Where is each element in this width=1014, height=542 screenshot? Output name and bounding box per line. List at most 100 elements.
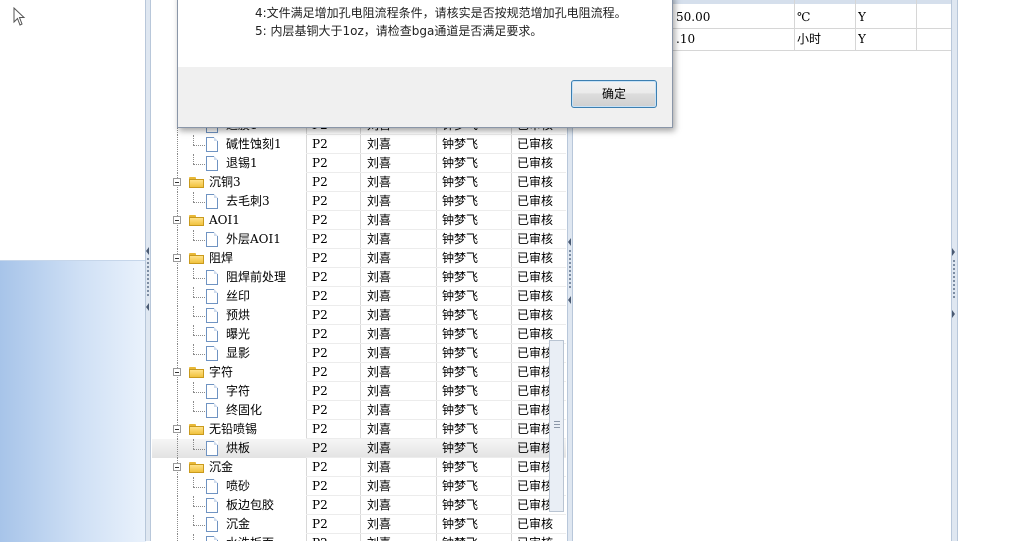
tree-node-label: 退锡1 [226,156,258,170]
tree-row[interactable]: 终固化 P2 刘喜 钟梦飞 已审核 [152,401,566,420]
priority-cell: P2 [312,175,328,189]
tree-group-row[interactable]: AOI1 P2 刘喜 钟梦飞 已审核 [152,211,566,230]
tree-node-label: 字符 [226,384,251,398]
reviewer-cell: 钟梦飞 [442,156,479,170]
document-icon [206,137,218,152]
ok-button[interactable]: 确定 [571,80,657,108]
left-panel [0,0,146,542]
reviewer-cell: 钟梦飞 [442,498,479,512]
tree-row[interactable]: 丝印 P2 刘喜 钟梦飞 已审核 [152,287,566,306]
author-cell: 刘喜 [367,270,392,284]
reviewer-cell: 钟梦飞 [442,289,479,303]
tree-row[interactable]: 去毛刺3 P2 刘喜 钟梦飞 已审核 [152,192,566,211]
author-cell: 刘喜 [367,422,392,436]
priority-cell: P2 [312,534,360,541]
author-cell: 刘喜 [367,384,392,398]
tree-row[interactable]: 喷砂 P2 刘喜 钟梦飞 已审核 [152,477,566,496]
author-cell: 刘喜 [367,308,392,322]
reviewer-cell: 钟梦飞 [442,194,479,208]
tree-row[interactable]: 碱性蚀刻1 P2 刘喜 钟梦飞 已审核 [152,135,566,154]
author-cell: 刘喜 [367,403,392,417]
folder-icon [189,424,204,435]
reviewer-cell: 钟梦飞 [442,479,479,493]
author-cell: 刘喜 [367,517,392,531]
left-splitter[interactable] [145,0,151,541]
status-cell: 已审核 [517,534,566,541]
tree-group-row[interactable]: 阻焊 P2 刘喜 钟梦飞 已审核 [152,249,566,268]
collapse-toggle-icon[interactable] [173,368,181,376]
reviewer-cell: 钟梦飞 [442,175,479,189]
tree-group-row[interactable]: 沉铜3 P2 刘喜 钟梦飞 已审核 [152,173,566,192]
tree-node-label: 沉金 [209,460,234,474]
tree-row[interactable]: 阻焊前处理 P2 刘喜 钟梦飞 已审核 [152,268,566,287]
priority-cell: P2 [312,460,328,474]
document-icon [206,232,218,247]
tree-row[interactable]: 沉金 P2 刘喜 钟梦飞 已审核 [152,515,566,534]
document-icon [206,289,218,304]
reviewer-cell: 钟梦飞 [442,251,479,265]
reviewer-cell: 钟梦飞 [442,213,479,227]
priority-cell: P2 [312,213,328,227]
author-cell: 刘喜 [367,137,392,151]
collapse-toggle-icon[interactable] [173,216,181,224]
tree-node-label: 丝印 [226,289,251,303]
tree-group-row[interactable]: 无铅喷锡 P2 刘喜 钟梦飞 已审核 [152,420,566,439]
gradient-panel [0,260,146,542]
tree-row[interactable]: 水洗板面 P2 刘喜钟梦飞已审核 [152,534,566,541]
collapse-toggle-icon[interactable] [173,254,181,262]
tree-node-label: 板边包胶 [226,498,275,512]
reviewer-cell: 钟梦飞 [442,517,479,531]
priority-cell: P2 [312,365,328,379]
tree-row[interactable]: 预烘 P2 刘喜 钟梦飞 已审核 [152,306,566,325]
tree-node-label: 外层AOI1 [226,232,281,246]
tree-row[interactable]: 板边包胶 P2 刘喜 钟梦飞 已审核 [152,496,566,515]
tree-vertical-scrollbar[interactable] [549,340,564,512]
document-icon [206,536,218,541]
folder-icon [189,253,204,264]
tree-row[interactable]: 显影 P2 刘喜 钟梦飞 已审核 [152,344,566,363]
tree-row[interactable]: 字符 P2 刘喜 钟梦飞 已审核 [152,382,566,401]
scroll-grip-icon [554,421,560,429]
tree-node-label: 显影 [226,346,251,360]
collapse-toggle-icon[interactable] [173,463,181,471]
reviewer-cell: 钟梦飞 [442,346,479,360]
status-cell: 已审核 [517,156,554,170]
tree-node-label: AOI1 [209,213,240,227]
param-unit: ℃ [797,10,811,24]
tree-group-row[interactable]: 沉金 P2 刘喜 钟梦飞 已审核 [152,458,566,477]
param-flag: Y [858,10,866,24]
author-cell: 刘喜 [367,213,392,227]
priority-cell: P2 [312,479,328,493]
document-icon [206,479,218,494]
right-splitter[interactable] [951,0,958,541]
tree-row[interactable]: 曝光 P2 刘喜 钟梦飞 已审核 [152,325,566,344]
tree-node-label: 水洗板面 [226,534,274,541]
reviewer-cell: 钟梦飞 [442,460,479,474]
reviewer-cell: 钟梦飞 [442,441,479,455]
document-icon [206,346,218,361]
author-cell: 刘喜 [367,289,392,303]
tree-row[interactable]: 退锡1 P2 刘喜 钟梦飞 已审核 [152,154,566,173]
parameter-grid-header [672,0,951,4]
tree-row[interactable]: 烘板 P2 刘喜 钟梦飞 已审核 [152,439,566,458]
collapse-toggle-icon[interactable] [173,178,181,186]
priority-cell: P2 [312,289,328,303]
author-cell: 刘喜 [367,365,392,379]
reviewer-cell: 钟梦飞 [442,137,479,151]
priority-cell: P2 [312,422,328,436]
reviewer-cell: 钟梦飞 [442,365,479,379]
document-icon [206,327,218,342]
priority-cell: P2 [312,441,328,455]
collapse-toggle-icon[interactable] [173,425,181,433]
param-flag: Y [858,32,866,46]
status-cell: 已审核 [517,517,554,531]
priority-cell: P2 [312,194,328,208]
tree-node-label: 阻焊 [209,251,234,265]
priority-cell: P2 [312,156,328,170]
tree-row[interactable]: 外层AOI1 P2 刘喜 钟梦飞 已审核 [152,230,566,249]
status-cell: 已审核 [517,270,554,284]
tree-group-row[interactable]: 字符 P2 刘喜 钟梦飞 已审核 [152,363,566,382]
status-cell: 已审核 [517,213,554,227]
tree-node-label: 碱性蚀刻1 [226,137,282,151]
document-icon [206,308,218,323]
